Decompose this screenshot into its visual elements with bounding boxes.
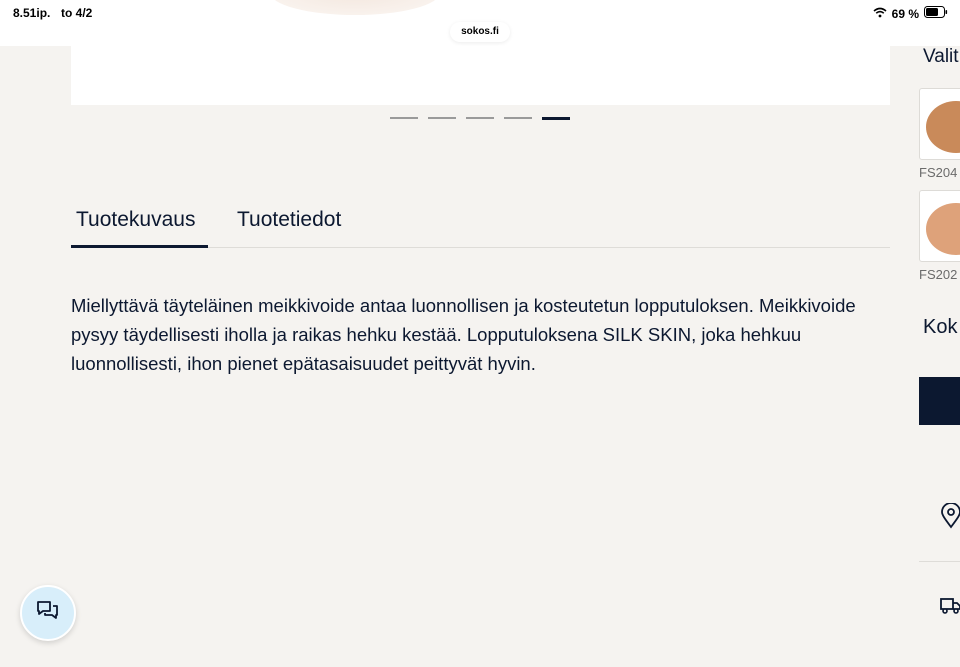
- carousel-dot[interactable]: [390, 117, 418, 119]
- delivery-truck-icon[interactable]: [940, 596, 960, 621]
- carousel-indicators: [390, 116, 570, 120]
- shade-code: FS204: [919, 165, 958, 180]
- battery-icon: [924, 6, 948, 21]
- status-date: to 4/2: [61, 6, 93, 20]
- status-right: 69 %: [873, 6, 948, 21]
- carousel-dot[interactable]: [504, 117, 532, 119]
- add-to-cart-button[interactable]: [919, 377, 960, 425]
- carousel-dot[interactable]: [466, 117, 494, 119]
- battery-percent: 69 %: [891, 6, 919, 21]
- status-time: 8.51ip.: [13, 6, 51, 20]
- chat-button[interactable]: [20, 585, 76, 641]
- active-tab-indicator: [71, 245, 208, 248]
- url-bar[interactable]: sokos.fi: [450, 22, 510, 42]
- shade-code: FS202: [919, 267, 958, 282]
- shade-select-title: Valit: [923, 46, 959, 67]
- location-pin-icon[interactable]: [940, 502, 960, 534]
- product-description: Miellyttävä täyteläinen meikkivoide anta…: [71, 295, 856, 374]
- carousel-dot[interactable]: [428, 117, 456, 119]
- wifi-icon: [873, 7, 887, 21]
- shade-swatch[interactable]: [919, 88, 960, 160]
- chat-bubbles-icon: [35, 599, 61, 628]
- status-bar: 8.51ip. to 4/2 69 % sokos.fi: [0, 0, 960, 46]
- shade-swatch[interactable]: [919, 190, 960, 262]
- product-tabs: Tuotekuvaus Tuotetiedot: [71, 200, 890, 248]
- shade-color: [926, 203, 960, 255]
- size-label: Kok: [923, 316, 958, 338]
- product-image-panel[interactable]: [71, 46, 890, 105]
- tab-details[interactable]: Tuotetiedot: [237, 208, 341, 232]
- tab-description[interactable]: Tuotekuvaus: [76, 208, 195, 232]
- shade-color: [926, 101, 960, 153]
- carousel-dot-active[interactable]: [542, 116, 570, 120]
- sidebar-divider: [919, 561, 960, 562]
